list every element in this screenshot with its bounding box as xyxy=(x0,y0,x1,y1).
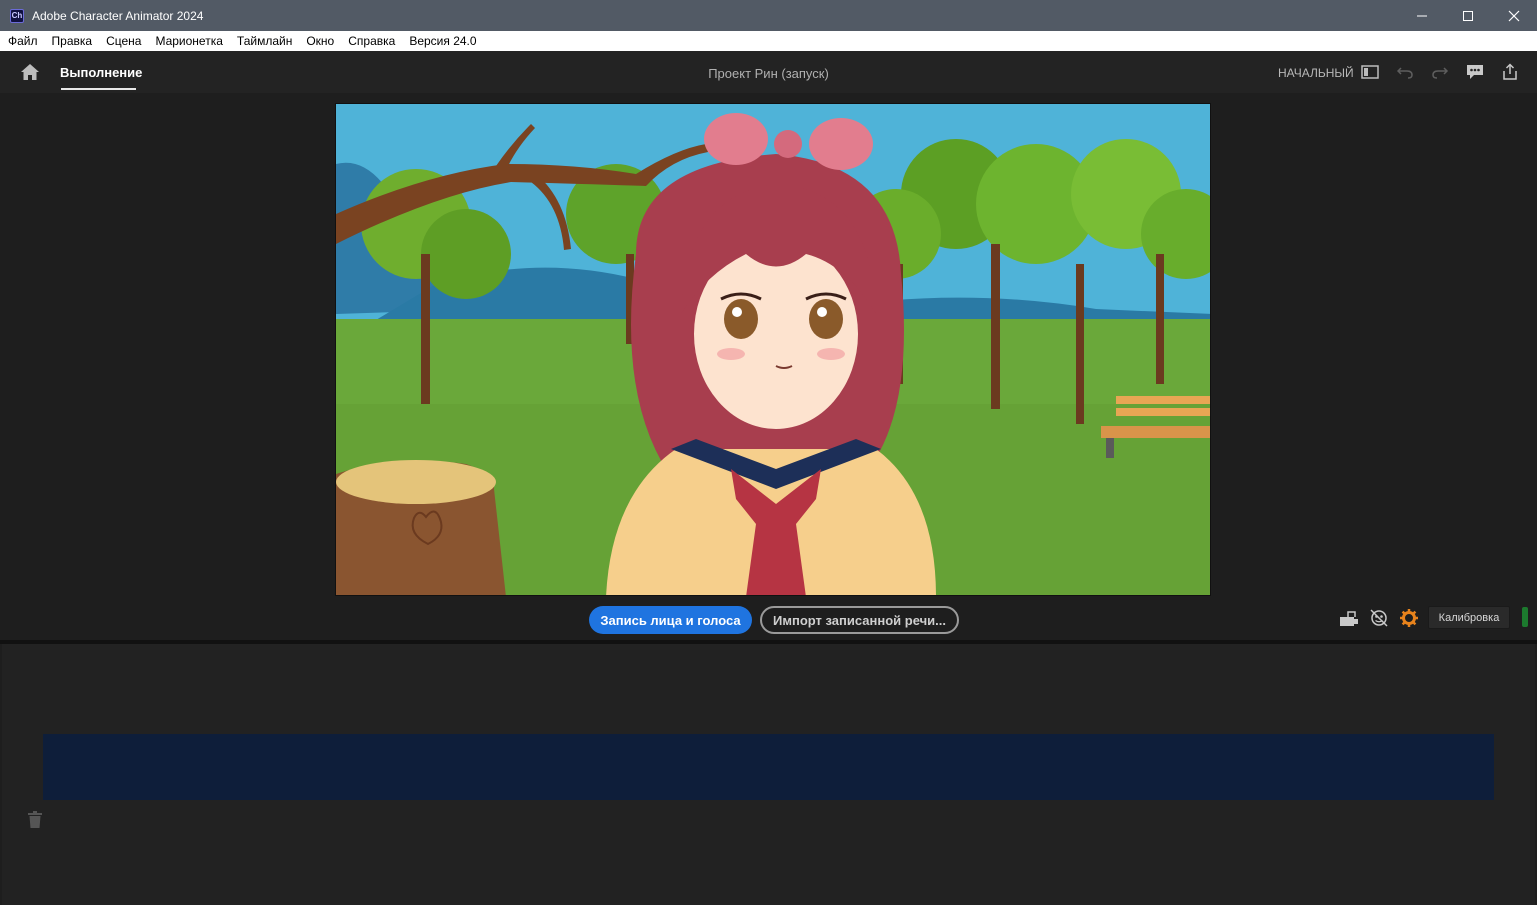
comment-icon[interactable] xyxy=(1465,63,1485,81)
scene-preview-canvas[interactable] xyxy=(335,103,1211,596)
menu-bar: Файл Правка Сцена Марионетка Таймлайн Ок… xyxy=(0,31,1537,51)
menu-scene[interactable]: Сцена xyxy=(99,31,148,51)
menu-timeline[interactable]: Таймлайн xyxy=(230,31,299,51)
app-header: Выполнение Проект Рин (запуск) НАЧАЛЬНЫЙ xyxy=(0,51,1537,93)
redo-icon[interactable] xyxy=(1430,63,1450,81)
app-logo-icon: Ch xyxy=(10,8,24,23)
maximize-icon[interactable] xyxy=(1445,0,1491,31)
workspace-selector[interactable]: НАЧАЛЬНЫЙ xyxy=(1278,66,1354,80)
trash-icon[interactable] xyxy=(27,811,43,829)
undo-icon[interactable] xyxy=(1395,63,1415,81)
calibrate-button[interactable]: Калибровка xyxy=(1428,606,1510,629)
minimize-icon[interactable] xyxy=(1399,0,1445,31)
status-indicator xyxy=(1522,607,1528,627)
share-icon[interactable] xyxy=(1500,63,1520,81)
import-recorded-speech-button[interactable]: Импорт записанной речи... xyxy=(760,606,959,634)
window-titlebar: Ch Adobe Character Animator 2024 xyxy=(0,0,1537,31)
menu-version[interactable]: Версия 24.0 xyxy=(402,31,483,51)
record-face-voice-button[interactable]: Запись лица и голоса xyxy=(589,606,752,634)
close-icon[interactable] xyxy=(1491,0,1537,31)
timeline-track[interactable] xyxy=(43,734,1494,800)
menu-window[interactable]: Окно xyxy=(299,31,341,51)
window-title: Adobe Character Animator 2024 xyxy=(32,8,204,23)
menu-edit[interactable]: Правка xyxy=(45,31,100,51)
menu-help[interactable]: Справка xyxy=(341,31,402,51)
tab-active-indicator xyxy=(61,88,136,90)
menu-puppet[interactable]: Марионетка xyxy=(148,31,229,51)
menu-file[interactable]: Файл xyxy=(0,31,45,51)
face-tracking-icon[interactable] xyxy=(1369,608,1389,628)
window-controls xyxy=(1399,0,1537,31)
camera-off-icon[interactable] xyxy=(1339,608,1359,628)
panel-layout-icon[interactable] xyxy=(1360,63,1380,81)
settings-gear-icon[interactable] xyxy=(1399,608,1419,628)
